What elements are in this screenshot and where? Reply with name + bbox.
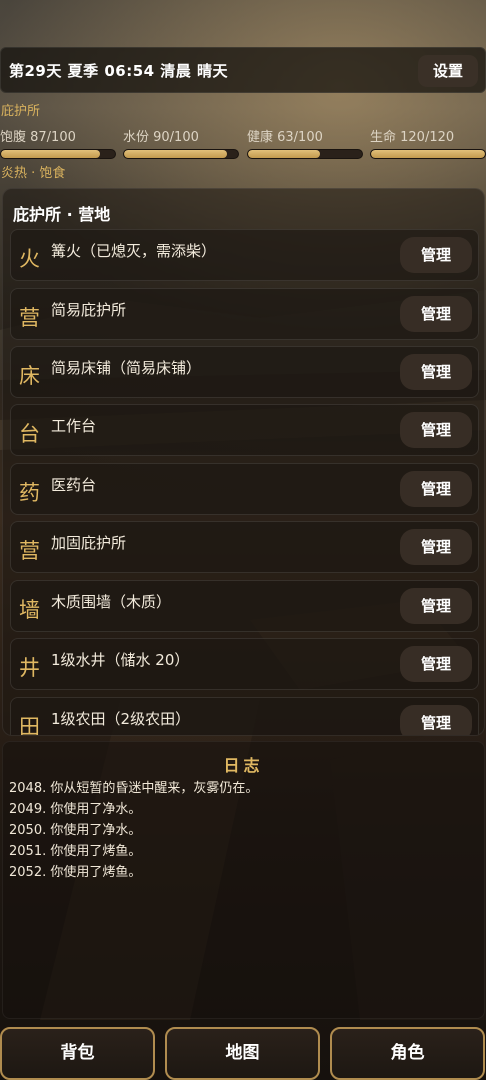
manage-button[interactable]: 管理 — [400, 529, 472, 565]
day-season-time-weather: 第29天 夏季 06:54 清晨 晴天 — [9, 62, 229, 80]
building-name: 木质围墙（木质） — [51, 593, 172, 611]
stat-health: 健康 63/100 — [247, 126, 363, 159]
building-name: 医药台 — [51, 476, 97, 494]
building-row-reinforced-shelter: 营 加固庇护所 管理 — [10, 521, 479, 573]
manage-button[interactable]: 管理 — [400, 646, 472, 682]
stat-life-label: 生命 120/120 — [370, 130, 455, 145]
building-name: 加固庇护所 — [51, 534, 127, 552]
log-entry: 2051. 你使用了烤鱼。 — [9, 844, 142, 859]
building-row-medical-table: 药 医药台 管理 — [10, 463, 479, 515]
stat-health-label: 健康 63/100 — [247, 130, 323, 145]
manage-button[interactable]: 管理 — [400, 412, 472, 448]
stat-satiety-fill — [1, 150, 101, 158]
log-entry: 2050. 你使用了净水。 — [9, 823, 142, 838]
wall-icon: 墙 — [19, 598, 40, 622]
building-row-campfire: 火 篝火（已熄灭，需添柴） 管理 — [10, 229, 479, 281]
log-entry: 2049. 你使用了净水。 — [9, 802, 142, 817]
building-row-bed: 床 简易床铺（简易床铺） 管理 — [10, 346, 479, 398]
location-label: 庇护所 — [1, 104, 41, 119]
stat-life-fill — [371, 150, 485, 158]
campfire-icon: 火 — [19, 247, 40, 271]
stat-life-bar — [370, 149, 486, 159]
top-status-bar: 第29天 夏季 06:54 清晨 晴天 设置 — [0, 47, 486, 93]
building-name: 简易床铺（简易床铺） — [51, 359, 202, 377]
building-name: 简易庇护所 — [51, 301, 127, 319]
stat-water-fill — [124, 150, 227, 158]
manage-button[interactable]: 管理 — [400, 471, 472, 507]
log-panel[interactable]: 日志 2048. 你从短暂的昏迷中醒来，灰雾仍在。 2049. 你使用了净水。 … — [2, 741, 485, 1019]
building-row-water-well: 井 1级水井（储水 20） 管理 — [10, 638, 479, 690]
building-name: 工作台 — [51, 417, 97, 435]
bed-icon: 床 — [19, 364, 40, 388]
building-name: 1级农田（2级农田） — [51, 710, 191, 728]
manage-button[interactable]: 管理 — [400, 705, 472, 735]
workbench-icon: 台 — [19, 422, 40, 446]
stat-water-bar — [123, 149, 239, 159]
stat-satiety-bar — [0, 149, 116, 159]
log-title: 日志 — [223, 756, 264, 775]
backpack-button[interactable]: 背包 — [0, 1027, 155, 1080]
stat-health-fill — [248, 150, 320, 158]
manage-button[interactable]: 管理 — [400, 296, 472, 332]
panel-title: 庇护所 · 营地 — [13, 205, 111, 224]
farmland-icon: 田 — [19, 715, 40, 736]
shelter-panel: 庇护所 · 营地 火 篝火（已熄灭，需添柴） 管理 营 简易庇护所 管理 床 简… — [2, 188, 485, 736]
stat-health-bar — [247, 149, 363, 159]
building-row-workbench: 台 工作台 管理 — [10, 404, 479, 456]
manage-button[interactable]: 管理 — [400, 237, 472, 273]
manage-button[interactable]: 管理 — [400, 588, 472, 624]
log-entry: 2048. 你从短暂的昏迷中醒来，灰雾仍在。 — [9, 781, 259, 796]
building-row-simple-shelter: 营 简易庇护所 管理 — [10, 288, 479, 340]
stat-water-label: 水份 90/100 — [123, 130, 199, 145]
building-name: 篝火（已熄灭，需添柴） — [51, 242, 217, 260]
manage-button[interactable]: 管理 — [400, 354, 472, 390]
building-name: 1级水井（储水 20） — [51, 651, 190, 669]
well-icon: 井 — [19, 656, 40, 680]
log-entry: 2052. 你使用了烤鱼。 — [9, 865, 142, 880]
map-button[interactable]: 地图 — [165, 1027, 320, 1080]
status-conditions: 炎热 · 饱食 — [1, 166, 66, 181]
stat-satiety-label: 饱腹 87/100 — [0, 130, 76, 145]
stat-life: 生命 120/120 — [370, 126, 486, 159]
medicine-icon: 药 — [19, 481, 40, 505]
shelter-icon: 营 — [19, 539, 40, 563]
stat-water: 水份 90/100 — [123, 126, 239, 159]
building-row-wooden-wall: 墙 木质围墙（木质） 管理 — [10, 580, 479, 632]
shelter-icon: 营 — [19, 306, 40, 330]
character-button[interactable]: 角色 — [330, 1027, 485, 1080]
building-row-farmland: 田 1级农田（2级农田） 管理 — [10, 697, 479, 736]
settings-button[interactable]: 设置 — [418, 55, 478, 87]
stat-satiety: 饱腹 87/100 — [0, 126, 116, 159]
